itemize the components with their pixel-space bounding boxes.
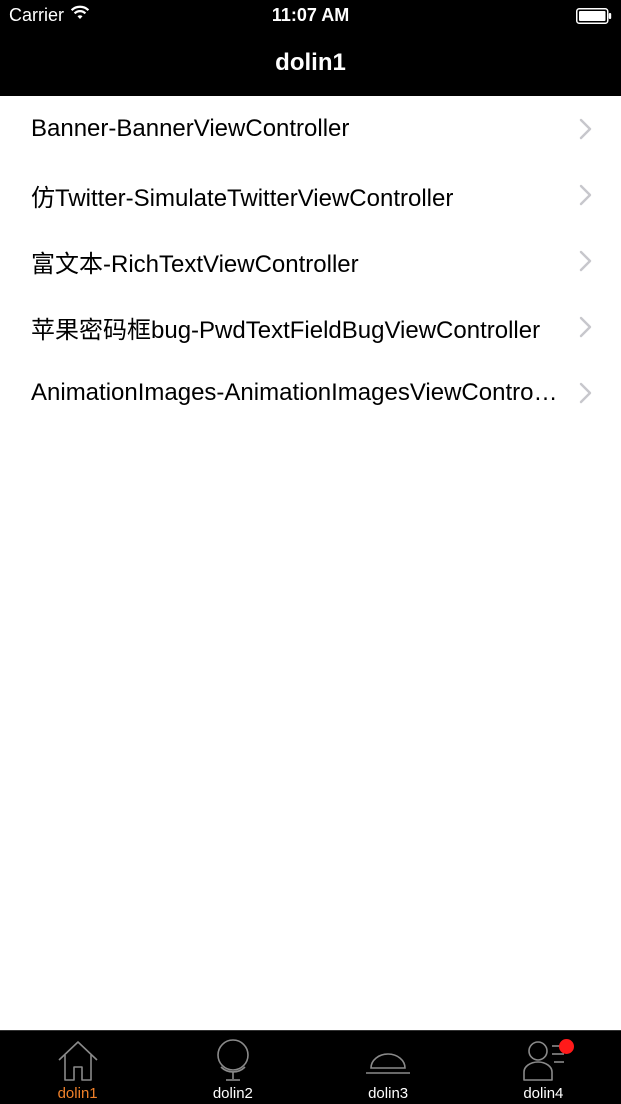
list-item-label: Banner-BannerViewController	[31, 115, 350, 142]
chevron-right-icon	[579, 250, 592, 272]
tab-label: dolin3	[368, 1085, 409, 1102]
tab-dolin3[interactable]: dolin3	[311, 1031, 466, 1104]
page-title: dolin1	[275, 49, 346, 76]
list-item-label: 仿Twitter-SimulateTwitterViewController	[31, 184, 454, 212]
tab-bar: dolin1 dolin2 dolin3 dolin4	[0, 1030, 621, 1104]
status-bar: Carrier 11:07 AM	[0, 0, 621, 32]
globe-icon	[217, 1039, 249, 1081]
home-icon	[58, 1041, 98, 1081]
tab-dolin2[interactable]: dolin2	[155, 1031, 310, 1104]
chevron-right-icon	[579, 118, 592, 140]
list-item-simulate-twitter[interactable]: 仿Twitter-SimulateTwitterViewController	[0, 162, 621, 228]
tab-label: dolin4	[523, 1085, 564, 1102]
tab-dolin1[interactable]: dolin1	[0, 1031, 155, 1104]
dome-icon	[366, 1053, 411, 1074]
battery-icon	[576, 8, 612, 29]
tab-dolin4[interactable]: dolin4	[466, 1031, 621, 1104]
list-item-label: AnimationImages-AnimationImagesViewContr…	[31, 379, 561, 406]
list-item-animation-images[interactable]: AnimationImages-AnimationImagesViewContr…	[0, 360, 621, 426]
list-item-banner[interactable]: Banner-BannerViewController	[0, 96, 621, 162]
tab-label: dolin2	[212, 1085, 253, 1102]
navigation-bar: dolin1	[0, 32, 621, 96]
app-screen: Carrier 11:07 AM dolin1 Banner-BannerVie	[0, 0, 621, 1104]
status-time: 11:07 AM	[271, 5, 350, 25]
list-item-label: 富文本-RichTextViewController	[31, 250, 359, 278]
list-item-label: 苹果密码框bug-PwdTextFieldBugViewController	[31, 316, 541, 344]
notification-badge	[559, 1039, 575, 1054]
chevron-right-icon	[579, 382, 592, 404]
list-item-rich-text[interactable]: 富文本-RichTextViewController	[0, 228, 621, 294]
menu-list: Banner-BannerViewController 仿Twitter-Sim…	[0, 96, 621, 426]
chevron-right-icon	[579, 316, 592, 338]
tab-label: dolin1	[57, 1085, 98, 1102]
list-item-pwd-textfield-bug[interactable]: 苹果密码框bug-PwdTextFieldBugViewController	[0, 294, 621, 360]
chevron-right-icon	[579, 184, 592, 206]
